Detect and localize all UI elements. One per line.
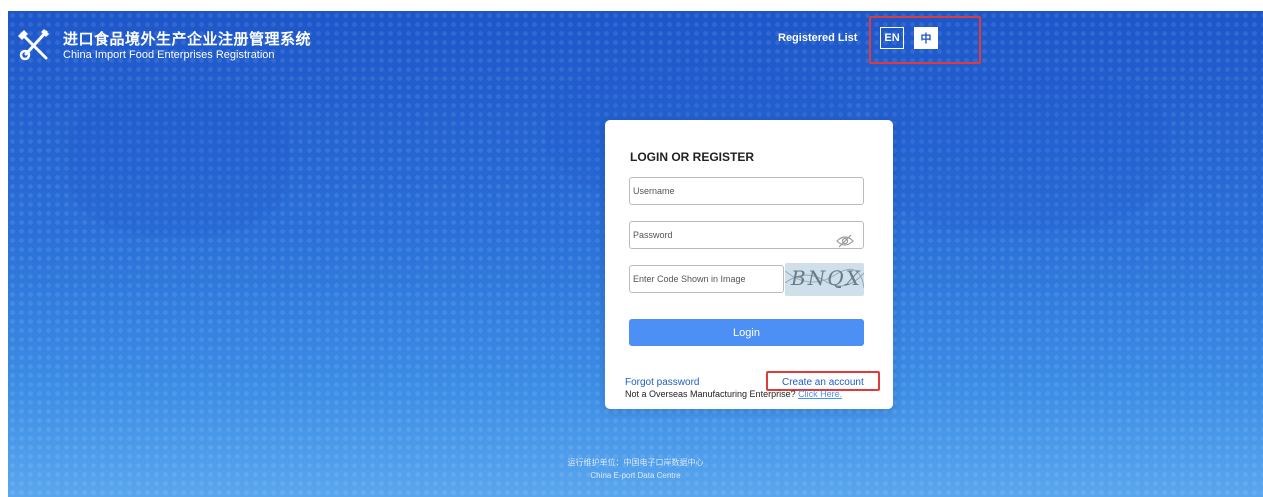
app-title-en: China Import Food Enterprises Registrati… — [63, 49, 275, 61]
lang-zh-button[interactable]: 中 — [914, 27, 938, 49]
not-overseas-label: Not a Overseas Manufacturing Enterprise? — [625, 389, 796, 399]
lang-en-button[interactable]: EN — [880, 27, 904, 49]
password-input[interactable] — [629, 221, 864, 249]
login-card: LOGIN OR REGISTER BNQX Login Forgot pass… — [605, 120, 893, 409]
login-title: LOGIN OR REGISTER — [630, 150, 755, 164]
click-here-link[interactable]: Click Here. — [798, 389, 842, 399]
login-button[interactable]: Login — [629, 319, 864, 346]
footer-operator-en: China E-port Data Centre — [590, 471, 681, 480]
eye-hidden-icon[interactable] — [835, 233, 855, 249]
tools-cross-icon — [18, 29, 49, 61]
map-region — [68, 86, 288, 236]
header: 进口食品境外生产企业注册管理系统 China Import Food Enter… — [8, 11, 1263, 71]
captcha-text: BNQX — [791, 266, 862, 290]
captcha-input[interactable] — [629, 265, 784, 293]
background: 进口食品境外生产企业注册管理系统 China Import Food Enter… — [8, 11, 1263, 497]
forgot-password-link[interactable]: Forgot password — [625, 377, 699, 388]
username-input[interactable] — [629, 177, 864, 205]
app-title-zh: 进口食品境外生产企业注册管理系统 — [63, 31, 312, 48]
create-account-link[interactable]: Create an account — [782, 377, 864, 388]
not-overseas-text: Not a Overseas Manufacturing Enterprise?… — [625, 389, 842, 399]
footer-operator-zh: 运行维护单位：中国电子口岸数据中心 — [567, 458, 704, 467]
registered-list-link[interactable]: Registered List — [778, 32, 857, 44]
map-region — [868, 71, 1168, 231]
captcha-image[interactable]: BNQX — [785, 263, 864, 296]
